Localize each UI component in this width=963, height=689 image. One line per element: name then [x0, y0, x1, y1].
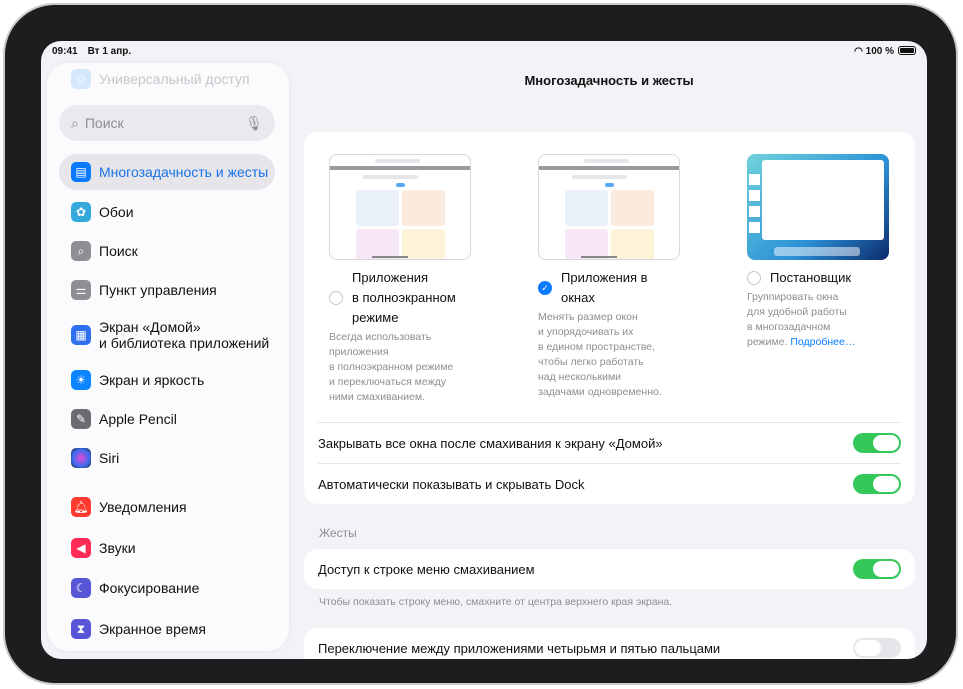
battery-icon	[898, 46, 916, 55]
setting-row-four-five-fingers: Переключение между приложениями четырьмя…	[318, 628, 901, 659]
notifications-icon: 🔔︎	[71, 497, 91, 517]
sidebar-item-label: Многозадачность и жесты	[99, 164, 269, 180]
screen: 09:41 Вт 1 апр. ◠ 100 % ☺ Универсальный до…	[41, 41, 927, 659]
wallpaper-icon: ✿	[71, 202, 91, 222]
sidebar-item-focus[interactable]: ☾ Фокусирование	[59, 570, 275, 606]
search-icon: ⌕	[71, 241, 91, 261]
sidebar-item-label: Пункт управления	[99, 282, 217, 298]
search-icon: ⌕	[71, 114, 79, 131]
label-line: в полноэкранном	[352, 290, 456, 305]
label-line: Приложения	[352, 270, 429, 285]
sidebar-item-accessibility[interactable]: ☺ Универсальный доступ	[59, 63, 275, 97]
sidebar-item-apple-pencil[interactable]: ✎ Apple Pencil	[59, 401, 275, 437]
menu-bar-toggle[interactable]	[853, 559, 901, 579]
row-label: Закрывать все окна после смахивания к эк…	[318, 435, 663, 451]
focus-icon: ☾	[71, 578, 91, 598]
row-label: Доступ к строке меню смахиванием	[318, 561, 535, 577]
stage-manager-preview	[747, 154, 889, 260]
option-description: Всегда использовать приложения в полноэкра…	[329, 331, 454, 403]
sidebar-item-search[interactable]: ⌕ Поиск	[59, 233, 275, 269]
sidebar-item-multitasking[interactable]: ▤ Многозадачность и жесты	[59, 154, 275, 190]
row-label: Переключение между приложениями четырьмя…	[318, 640, 721, 656]
microphone-icon[interactable]: 🎙	[245, 115, 263, 132]
status-time: 09:41	[52, 46, 78, 57]
accessibility-icon: ☺	[71, 69, 91, 89]
control-center-icon: ⚌	[71, 280, 91, 300]
radio-stage-manager[interactable]	[747, 271, 761, 285]
battery-percent: 100 %	[865, 46, 894, 57]
option-description: Менять размер окон и упорядочивать их в ед…	[538, 311, 662, 398]
wifi-icon: ◠	[854, 46, 863, 57]
sidebar-item-label: Apple Pencil	[99, 411, 177, 427]
sounds-icon: ◀	[71, 538, 91, 558]
ipad-frame: 09:41 Вт 1 апр. ◠ 100 % ☺ Универсальный до…	[3, 3, 958, 685]
option-description: Группировать окна для удобной работы в мно…	[747, 291, 856, 348]
sidebar-item-wallpaper[interactable]: ✿ Обои	[59, 194, 275, 230]
sidebar-item-label: Экран и яркость	[99, 372, 205, 388]
sidebar-item-label: Звуки	[99, 540, 136, 556]
menu-bar-footnote: Чтобы показать строку меню, смахните от …	[319, 596, 673, 608]
option-fullscreen[interactable]: Приложения в полноэкранном режиме Всегда и…	[329, 154, 471, 405]
sidebar-item-control-center[interactable]: ⚌ Пункт управления	[59, 272, 275, 308]
sidebar-item-sounds[interactable]: ◀ Звуки	[59, 530, 275, 566]
sidebar-item-label: Экранное время	[99, 621, 206, 637]
gesture-card-fingers: Переключение между приложениями четырьмя…	[304, 628, 915, 659]
screen-time-icon: ⧗	[71, 619, 91, 639]
sidebar-item-display[interactable]: ☀ Экран и яркость	[59, 362, 275, 398]
setting-row-menu-bar: Доступ к строке меню смахиванием	[318, 549, 901, 589]
option-label: Приложения в окнах	[561, 270, 648, 305]
sidebar-item-notifications[interactable]: 🔔︎ Уведомления	[59, 489, 275, 525]
gestures-header: Жесты	[319, 526, 357, 540]
page-title: Многозадачность и жесты	[524, 73, 694, 88]
setting-row-auto-dock: Автоматически показывать и скрывать Dock	[318, 464, 901, 504]
auto-dock-toggle[interactable]	[853, 474, 901, 494]
sidebar-item-label: Уведомления	[99, 499, 187, 515]
brightness-icon: ☀	[71, 370, 91, 390]
close-windows-toggle[interactable]	[853, 433, 901, 453]
sidebar-item-label: Универсальный доступ	[99, 71, 250, 87]
home-screen-icon: ▦	[71, 325, 91, 345]
option-label: Постановщик	[770, 270, 852, 285]
sidebar-item-home-screen[interactable]: ▦ Экран «Домой» и библиотека приложений	[59, 317, 275, 353]
label-line: Экран «Домой»	[99, 319, 201, 335]
sidebar-item-label: Обои	[99, 204, 134, 220]
label-line: режиме	[352, 310, 399, 325]
multitasking-card: Приложения в полноэкранном режиме Всегда и…	[304, 132, 915, 504]
sidebar-item-label: Siri	[99, 450, 120, 466]
windowed-preview	[538, 154, 680, 260]
setting-row-close-windows: Закрывать все окна после смахивания к эк…	[318, 423, 901, 463]
siri-icon	[71, 448, 91, 468]
radio-fullscreen[interactable]	[329, 291, 343, 305]
gesture-card-menu: Доступ к строке меню смахиванием	[304, 549, 915, 589]
sidebar-item-screen-time[interactable]: ⧗ Экранное время	[59, 611, 275, 647]
option-windowed[interactable]: ✓ Приложения в окнах Менять размер окон и …	[538, 154, 680, 400]
search-input[interactable]: ⌕ Поиск 🎙	[59, 105, 275, 141]
pencil-icon: ✎	[71, 409, 91, 429]
search-placeholder: Поиск	[84, 115, 124, 131]
sidebar-item-label: Поиск	[99, 243, 138, 259]
learn-more-link[interactable]: Подробнее…	[790, 336, 855, 348]
fullscreen-preview	[329, 154, 471, 260]
sidebar: ☺ Универсальный доступ ⌕ Поиск 🎙 ▤ Многозада…	[47, 63, 289, 651]
status-bar: 09:41 Вт 1 апр. ◠ 100 %	[52, 46, 916, 60]
sidebar-item-siri[interactable]: Siri	[59, 440, 275, 476]
row-label: Автоматически показывать и скрывать Dock	[318, 476, 585, 492]
status-date: Вт 1 апр.	[87, 46, 132, 57]
radio-windowed-checked[interactable]: ✓	[538, 281, 552, 295]
multitasking-icon: ▤	[71, 162, 91, 182]
sidebar-item-label: Экран «Домой» и библиотека приложений	[99, 319, 269, 351]
label-line: и библиотека приложений	[99, 335, 270, 351]
four-five-fingers-toggle[interactable]	[853, 638, 901, 658]
sidebar-item-label: Фокусирование	[99, 580, 200, 596]
option-label: Приложения в полноэкранном режиме	[352, 268, 456, 328]
option-stage-manager[interactable]: Постановщик Группировать окна для удобной…	[747, 154, 889, 350]
